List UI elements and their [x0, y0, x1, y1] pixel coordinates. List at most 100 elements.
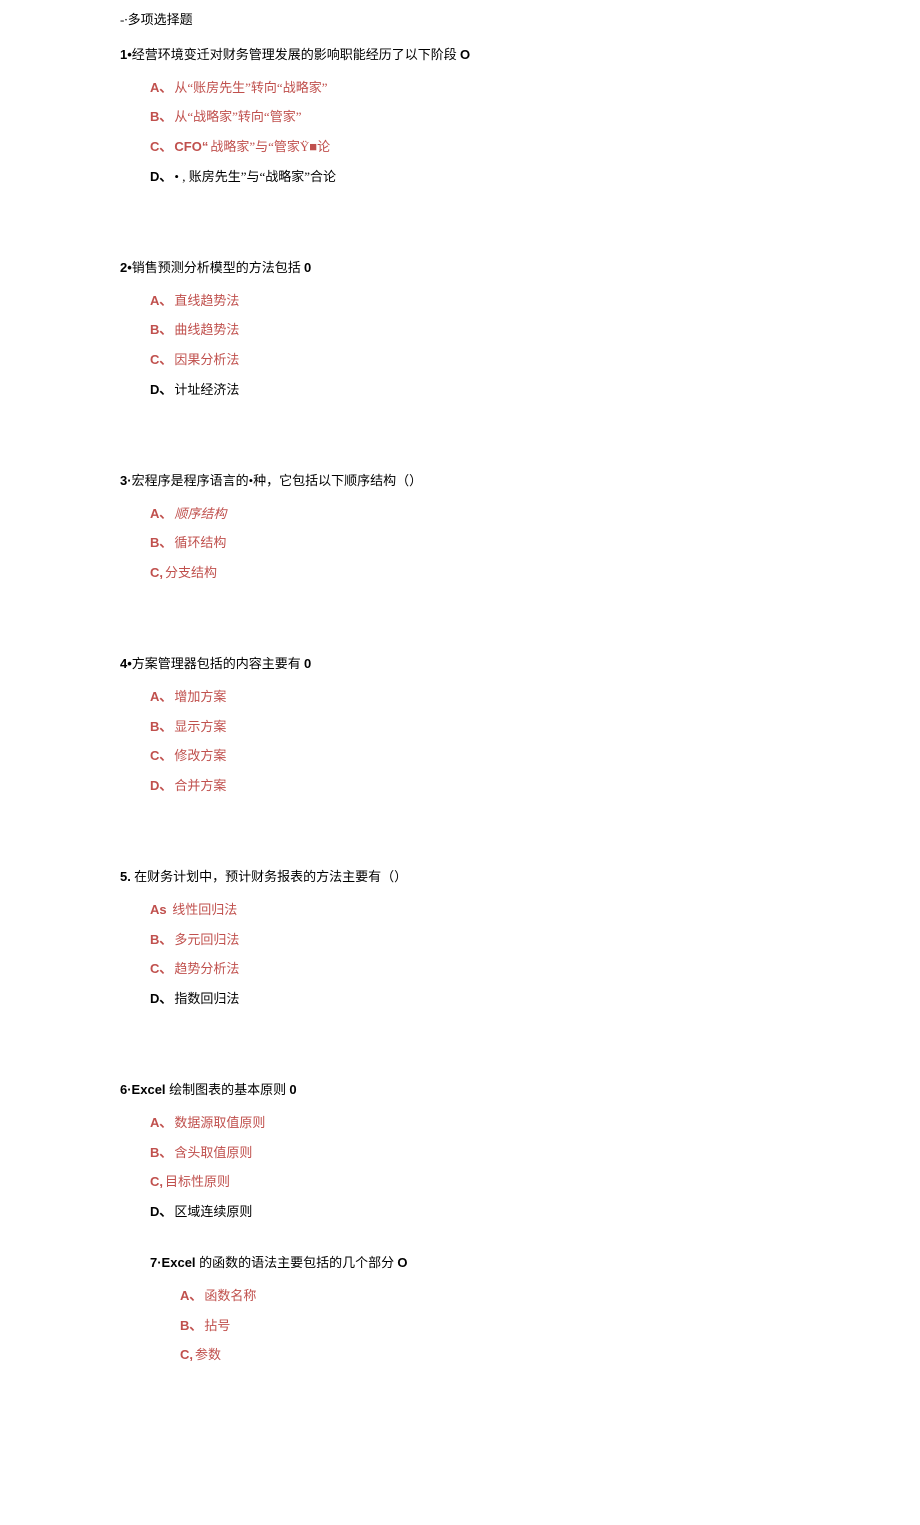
option-label: D、 — [150, 382, 172, 397]
question-number: 6·Excel — [120, 1082, 169, 1097]
option-text-prefix: CFO“ — [174, 139, 208, 154]
question-2: 2•销售预测分析模型的方法包括 0 A、直线趋势法 B、曲线趋势法 C、因果分析… — [120, 258, 770, 401]
option-text: 从“账房先生”转向“战略家” — [174, 80, 327, 95]
option-d: D、区域连续原则 — [150, 1202, 770, 1223]
stem-text: 绘制图表的基本原则 — [169, 1082, 289, 1097]
option-a: A、数据源取值原则 — [150, 1113, 770, 1134]
option-text: 含头取值原则 — [174, 1145, 252, 1160]
option-label: A、 — [150, 506, 172, 521]
option-label: A、 — [150, 1115, 172, 1130]
option-label: C、 — [150, 961, 172, 976]
option-c: C、CFO“战略家”与“管家Ÿ■论 — [150, 137, 770, 158]
option-label: D、 — [150, 1204, 172, 1219]
stem-text: 经营环境变迁对财务管理发展的影响职能经历了以下阶段 — [132, 47, 460, 62]
question-7: 7·Excel 的函数的语法主要包括的几个部分 O A、函数名称 B、拈号 C,… — [120, 1253, 770, 1366]
stem-text: 的函数的语法主要包括的几个部分 — [199, 1255, 397, 1270]
option-b: B、循环结构 — [150, 533, 770, 554]
question-3: 3·宏程序是程序语言的•种，它包括以下顺序结构（） A、顺序结构 B、循环结构 … — [120, 471, 770, 584]
option-text: 拈号 — [204, 1318, 230, 1333]
stem-suffix: 0 — [304, 260, 311, 275]
option-label: C, — [180, 1347, 193, 1362]
question-number: 4• — [120, 656, 132, 671]
option-text: 参数 — [195, 1347, 221, 1362]
question-stem: 3·宏程序是程序语言的•种，它包括以下顺序结构（） — [120, 471, 770, 492]
option-text: • , 账房先生”与“战略家”合论 — [174, 169, 336, 184]
stem-suffix: O — [460, 47, 470, 62]
stem-suffix: 0 — [289, 1082, 296, 1097]
question-number: 5. — [120, 869, 131, 884]
option-text: 多元回归法 — [174, 932, 239, 947]
option-text: 从“战略家”转向“管家” — [174, 109, 301, 124]
option-text: 数据源取值原则 — [174, 1115, 265, 1130]
section-heading: -∙多项选择题 — [120, 10, 770, 31]
option-label: B、 — [180, 1318, 202, 1333]
stem-text: 宏程序是程序语言的•种，它包括以下顺序结构（） — [132, 473, 423, 488]
options: A、从“账房先生”转向“战略家” B、从“战略家”转向“管家” C、CFO“战略… — [120, 78, 770, 188]
question-stem: 7·Excel 的函数的语法主要包括的几个部分 O — [150, 1253, 770, 1274]
option-text: 目标性原则 — [165, 1174, 230, 1189]
option-label: C, — [150, 1174, 163, 1189]
options: A、直线趋势法 B、曲线趋势法 C、因果分析法 D、计址经济法 — [120, 291, 770, 401]
option-a: A、顺序结构 — [150, 504, 770, 525]
document-page: -∙多项选择题 1•经营环境变迁对财务管理发展的影响职能经历了以下阶段 O A、… — [0, 0, 770, 1525]
question-5: 5. 在财务计划中，预计财务报表的方法主要有（） As 线性回归法 B、多元回归… — [120, 867, 770, 1010]
option-b: B、从“战略家”转向“管家” — [150, 107, 770, 128]
option-a: As 线性回归法 — [150, 900, 770, 921]
option-label: D、 — [150, 169, 172, 184]
question-1: 1•经营环境变迁对财务管理发展的影响职能经历了以下阶段 O A、从“账房先生”转… — [120, 45, 770, 188]
question-number: 2• — [120, 260, 132, 275]
option-text: 趋势分析法 — [174, 961, 239, 976]
option-text: 直线趋势法 — [174, 293, 239, 308]
question-number: 7·Excel — [150, 1255, 199, 1270]
option-a: A、直线趋势法 — [150, 291, 770, 312]
option-c: C,参数 — [180, 1345, 770, 1366]
options: A、增加方案 B、显示方案 C、修改方案 D、合并方案 — [120, 687, 770, 797]
option-label: D、 — [150, 778, 172, 793]
question-stem: 2•销售预测分析模型的方法包括 0 — [120, 258, 770, 279]
option-d: D、合并方案 — [150, 776, 770, 797]
option-c: C,目标性原则 — [150, 1172, 770, 1193]
options: A、顺序结构 B、循环结构 C,分支结构 — [120, 504, 770, 584]
option-label: As — [150, 902, 170, 917]
options: A、函数名称 B、拈号 C,参数 — [150, 1286, 770, 1366]
option-b: B、含头取值原则 — [150, 1143, 770, 1164]
option-text: 计址经济法 — [174, 382, 239, 397]
option-d: D、• , 账房先生”与“战略家”合论 — [150, 167, 770, 188]
option-label: A、 — [150, 80, 172, 95]
option-d: D、指数回归法 — [150, 989, 770, 1010]
option-label: B、 — [150, 322, 172, 337]
question-stem: 1•经营环境变迁对财务管理发展的影响职能经历了以下阶段 O — [120, 45, 770, 66]
option-text: 分支结构 — [165, 565, 217, 580]
option-label: C、 — [150, 748, 172, 763]
option-text: 合并方案 — [174, 778, 226, 793]
option-label: A、 — [150, 689, 172, 704]
option-text: 循环结构 — [174, 535, 226, 550]
option-text: 增加方案 — [174, 689, 226, 704]
stem-suffix: O — [397, 1255, 407, 1270]
question-stem: 4•方案管理器包括的内容主要有 0 — [120, 654, 770, 675]
option-a: A、函数名称 — [180, 1286, 770, 1307]
stem-text: 方案管理器包括的内容主要有 — [132, 656, 304, 671]
option-a: A、从“账房先生”转向“战略家” — [150, 78, 770, 99]
option-d: D、计址经济法 — [150, 380, 770, 401]
option-label: C, — [150, 565, 163, 580]
option-label: C、 — [150, 139, 172, 154]
option-label: D、 — [150, 991, 172, 1006]
option-text: 区域连续原则 — [174, 1204, 252, 1219]
option-text: 线性回归法 — [172, 902, 237, 917]
option-text: 曲线趋势法 — [174, 322, 239, 337]
option-text: 指数回归法 — [174, 991, 239, 1006]
options: A、数据源取值原则 B、含头取值原则 C,目标性原则 D、区域连续原则 — [120, 1113, 770, 1223]
question-6: 6·Excel 绘制图表的基本原则 0 A、数据源取值原则 B、含头取值原则 C… — [120, 1080, 770, 1366]
option-label: B、 — [150, 719, 172, 734]
question-number: 3· — [120, 473, 132, 488]
option-c: C、修改方案 — [150, 746, 770, 767]
option-label: B、 — [150, 109, 172, 124]
option-b: B、多元回归法 — [150, 930, 770, 951]
option-label: B、 — [150, 1145, 172, 1160]
option-label: C、 — [150, 352, 172, 367]
option-label: A、 — [150, 293, 172, 308]
option-b: B、拈号 — [180, 1316, 770, 1337]
option-label: B、 — [150, 535, 172, 550]
options: As 线性回归法 B、多元回归法 C、趋势分析法 D、指数回归法 — [120, 900, 770, 1010]
